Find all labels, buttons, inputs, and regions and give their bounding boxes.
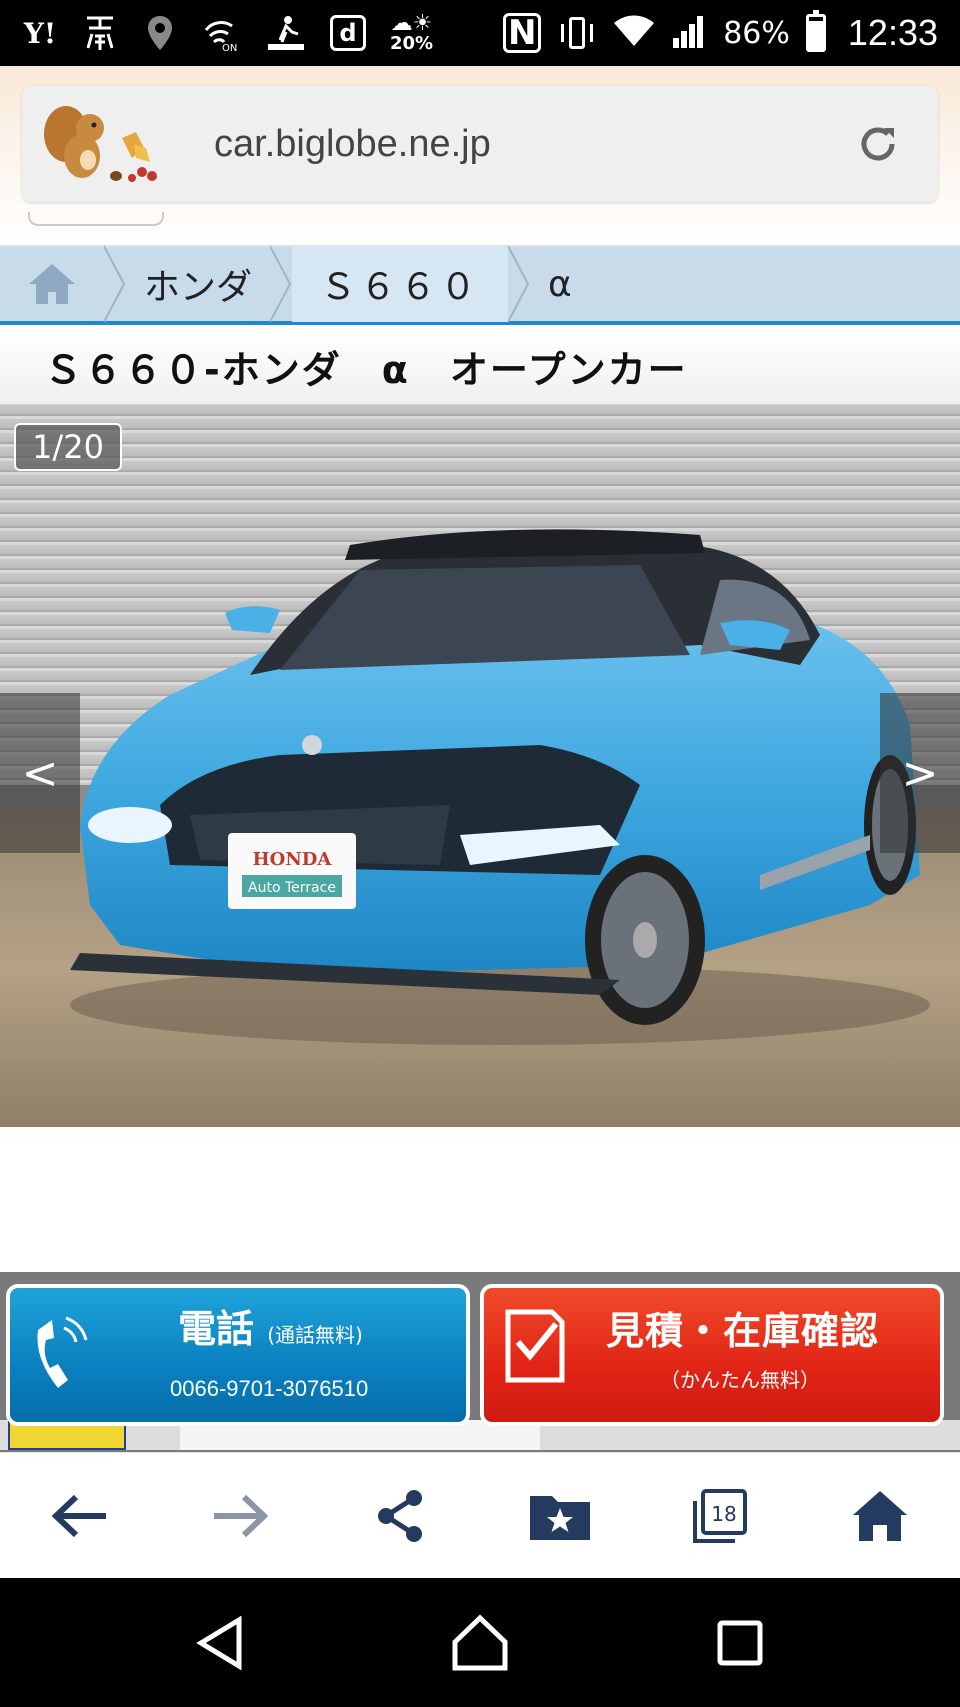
location-icon: [142, 13, 178, 53]
weather-icon: ☁☀ 20%: [390, 11, 434, 54]
quote-note: （かんたん無料）: [660, 1368, 820, 1392]
next-photo-button[interactable]: >: [880, 693, 960, 853]
page-title-bar: Ｓ６６０-ホンダ α オープンカー: [0, 329, 960, 405]
reload-icon[interactable]: [854, 120, 902, 168]
car-photo-gallery[interactable]: HONDA Auto Terrace 1/20 < >: [0, 405, 960, 1127]
android-back-button[interactable]: [180, 1603, 260, 1683]
battery-icon: [805, 10, 826, 52]
content-gap: [0, 1127, 960, 1272]
breadcrumb-item-s660[interactable]: Ｓ６６０: [292, 246, 509, 322]
breadcrumb-label[interactable]: ホンダ: [126, 258, 270, 310]
battery-percent: 86%: [723, 15, 790, 51]
share-icon: [378, 1489, 422, 1542]
breadcrumb-item-alpha[interactable]: α: [530, 246, 590, 322]
squirrel-logo-icon: [30, 94, 170, 194]
bookmarks-button[interactable]: [520, 1476, 600, 1556]
status-bar: Y! ON d ☁☀ 20% N 86% 12:33: [0, 0, 960, 66]
home-button[interactable]: [840, 1476, 920, 1556]
car-photo: HONDA Auto Terrace: [0, 405, 960, 1127]
android-nav-bar: [0, 1578, 960, 1707]
breadcrumb-label[interactable]: Ｓ６６０: [302, 258, 498, 310]
news-icon: [82, 13, 118, 53]
url-bar[interactable]: car.biglobe.ne.jp: [22, 86, 938, 202]
recents-square-icon: [717, 1620, 763, 1665]
url-text[interactable]: car.biglobe.ne.jp: [214, 123, 491, 166]
breadcrumb-separator: [270, 246, 292, 322]
breadcrumb-item-honda[interactable]: ホンダ: [126, 246, 270, 322]
quote-title: 見積・在庫確認: [606, 1309, 880, 1353]
photo-counter: 1/20: [14, 423, 122, 471]
plate-sub: Auto Terrace: [248, 880, 336, 896]
clock: 12:33: [847, 12, 938, 53]
home-circle-icon: [452, 1614, 508, 1670]
yahoo-icon: Y!: [23, 16, 57, 50]
chevron-left-icon: <: [21, 747, 59, 799]
chevron-right-icon: >: [901, 747, 939, 799]
signal-icon: [671, 14, 707, 52]
phone-icon: [37, 1316, 88, 1388]
checklist-icon: [505, 1309, 565, 1383]
tabs-button[interactable]: 18: [680, 1476, 760, 1556]
wireless-on-icon: ON: [202, 13, 242, 53]
page-title: Ｓ６６０-ホンダ α オープンカー: [44, 348, 688, 392]
bookmark-folder-icon: [530, 1495, 590, 1540]
tab-handle: [28, 212, 164, 226]
breadcrumb-label: α: [548, 263, 572, 305]
forward-button[interactable]: [200, 1476, 280, 1556]
navigation-icon: [266, 13, 306, 53]
call-button[interactable]: 電話 (通話無料) 0066-9701-3076510: [6, 1284, 470, 1426]
prev-photo-button[interactable]: <: [0, 693, 80, 853]
nfc-icon: N: [503, 13, 542, 53]
tabs-icon: 18: [693, 1488, 747, 1543]
forward-icon: [214, 1494, 269, 1537]
vibrate-icon: [557, 15, 597, 51]
home-icon: [29, 264, 75, 304]
wifi-icon: [613, 14, 655, 52]
home-icon: [853, 1490, 907, 1541]
browser-header: car.biglobe.ne.jp: [0, 66, 960, 246]
android-recents-button[interactable]: [700, 1603, 780, 1683]
breadcrumb: ホンダ Ｓ６６０ α: [0, 245, 960, 325]
call-phone-number: 0066-9701-3076510: [170, 1376, 369, 1401]
back-triangle-icon: [196, 1615, 242, 1670]
android-home-button[interactable]: [440, 1603, 520, 1683]
breadcrumb-separator: [508, 246, 530, 322]
back-icon: [51, 1494, 106, 1537]
browser-toolbar: 18: [0, 1452, 960, 1578]
weather-percent: 20%: [390, 33, 434, 54]
call-note: (通話無料): [267, 1323, 363, 1347]
tab-count: 18: [711, 1502, 736, 1526]
quote-button[interactable]: 見積・在庫確認 （かんたん無料）: [480, 1284, 944, 1426]
breadcrumb-separator: [104, 246, 126, 322]
call-title-text: 電話: [178, 1307, 255, 1351]
svg-text:ON: ON: [222, 43, 237, 52]
call-title: 電話 (通話無料): [178, 1298, 363, 1353]
plate-brand: HONDA: [253, 849, 333, 870]
share-button[interactable]: [360, 1476, 440, 1556]
back-button[interactable]: [40, 1476, 120, 1556]
breadcrumb-home[interactable]: [0, 246, 104, 322]
d-menu-icon: d: [330, 15, 366, 51]
